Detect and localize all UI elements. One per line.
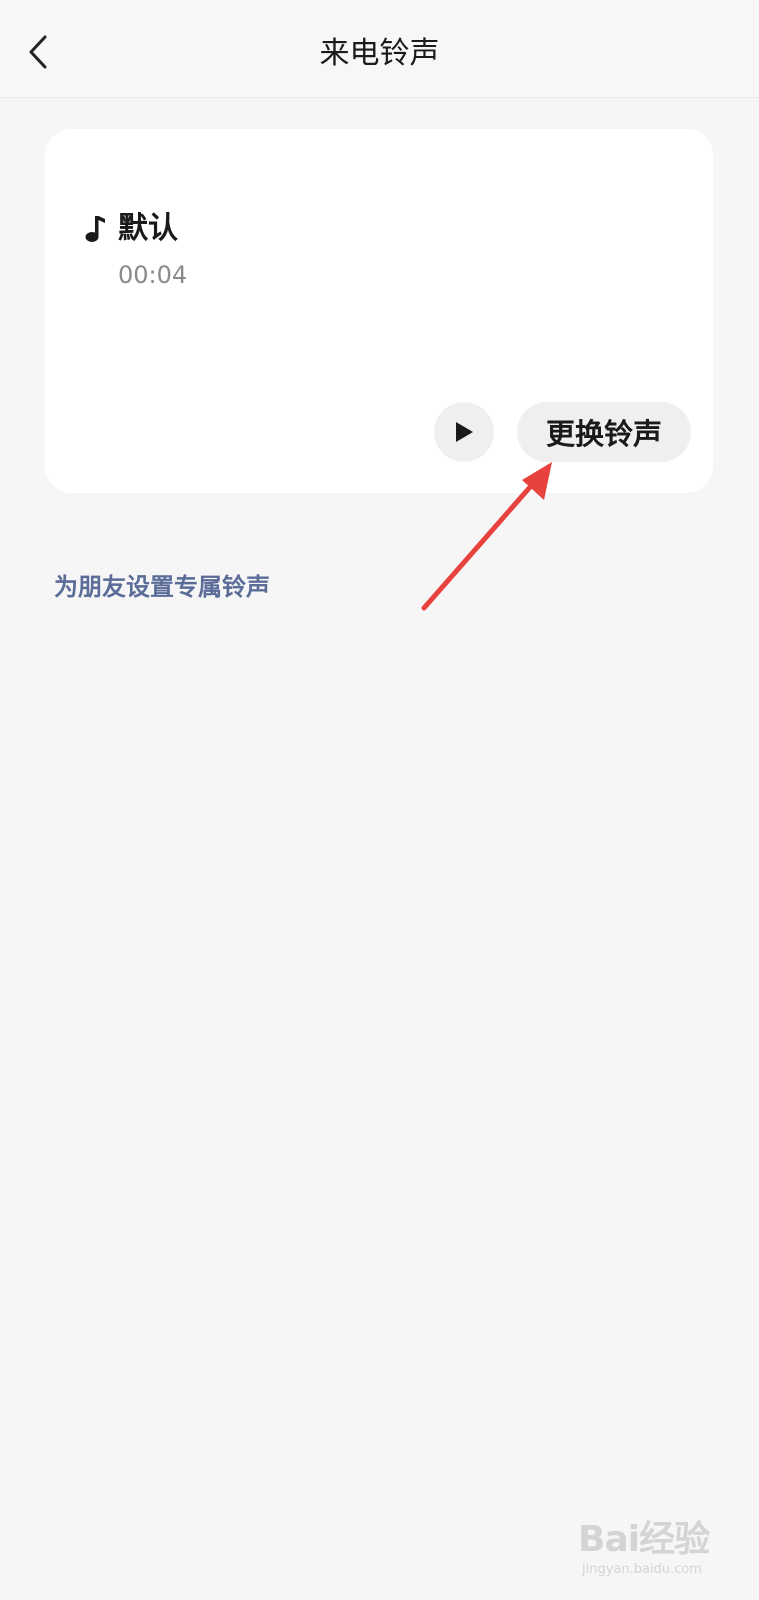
friend-ringtone-link[interactable]: 为朋友设置专属铃声 xyxy=(54,570,270,604)
page-title: 来电铃声 xyxy=(319,36,440,71)
music-note-icon xyxy=(85,216,105,242)
watermark-sub: jingyan.baidu.com xyxy=(582,1562,702,1577)
ringtone-card: 默认 00:04 更换铃声 xyxy=(45,129,713,493)
watermark-logo: Bai经验 xyxy=(578,1519,710,1560)
watermark: Bai经验 jingyan.baidu.com xyxy=(578,1518,728,1582)
play-icon xyxy=(456,422,473,442)
ringtone-settings-page: 来电铃声 默认 00:04 更换铃声 为朋友设置专属铃声 Bai经验 jingy… xyxy=(0,0,759,1600)
change-ringtone-button[interactable]: 更换铃声 xyxy=(517,402,691,462)
play-button[interactable] xyxy=(434,402,494,462)
ringtone-name: 默认 xyxy=(118,211,178,246)
ringtone-duration: 00:04 xyxy=(118,261,188,289)
top-bar: 来电铃声 xyxy=(0,0,759,98)
